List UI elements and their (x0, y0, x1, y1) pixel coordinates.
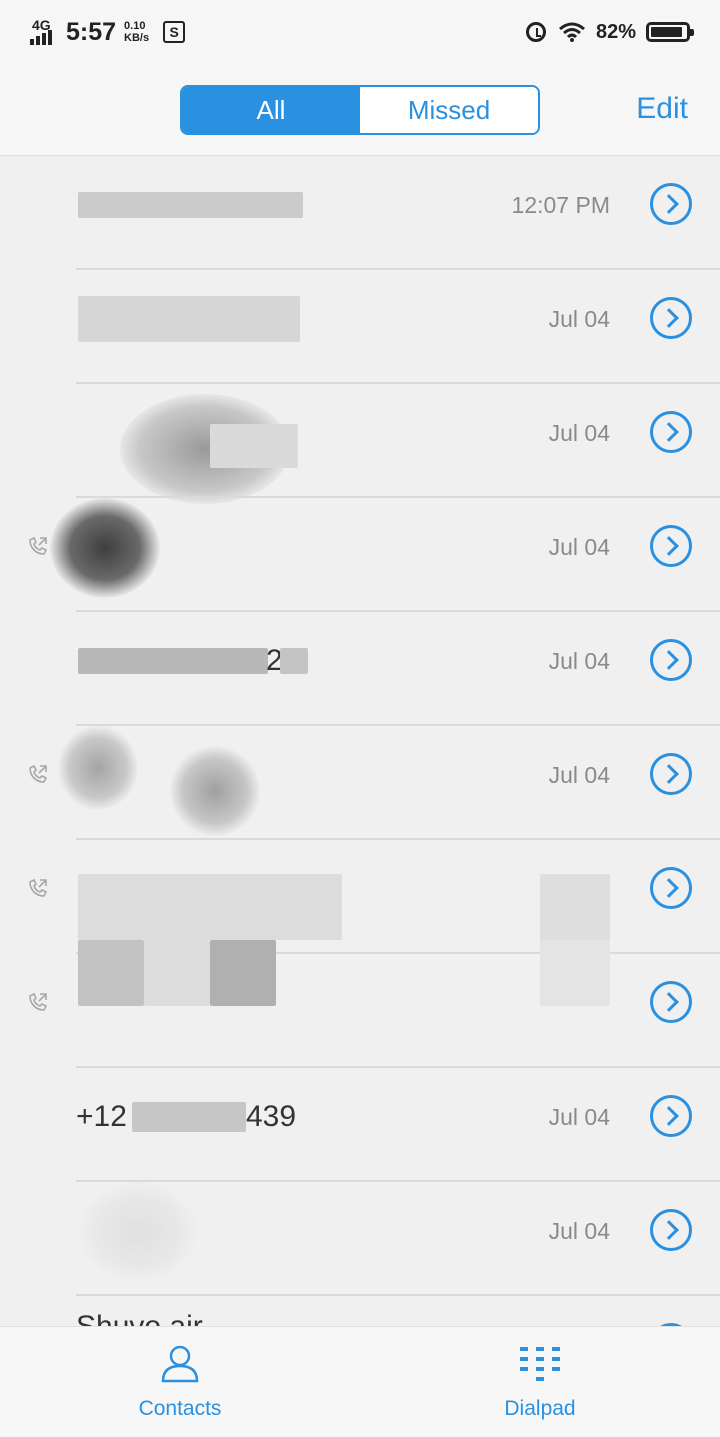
call-log-header: All Missed Edit (0, 64, 720, 156)
bottom-navigation: Contacts Dialpad (0, 1326, 720, 1437)
call-log-row[interactable]: Jul 04 (0, 384, 720, 504)
call-log-row[interactable]: Jul 04 (0, 498, 720, 612)
nav-contacts-label: Contacts (138, 1397, 222, 1420)
outgoing-call-icon (29, 764, 48, 783)
nav-dialpad[interactable]: Dialpad (360, 1327, 720, 1437)
call-log-row[interactable]: Jul 04 (0, 1182, 720, 1296)
call-log-row[interactable]: +12 439 Jul 04 (0, 1068, 720, 1182)
speed-value: 0.10 (124, 20, 146, 32)
call-number-suffix: 439 (246, 1100, 297, 1133)
call-time: Jul 04 (548, 420, 610, 446)
call-info-button[interactable] (650, 1209, 692, 1251)
call-time: 12:07 PM (511, 192, 610, 218)
call-log-row[interactable] (0, 940, 720, 1068)
status-right: 82% (525, 14, 694, 50)
nav-contacts[interactable]: Contacts (0, 1327, 360, 1437)
wifi-icon (559, 22, 585, 42)
call-info-button[interactable] (650, 525, 692, 567)
tab-all[interactable]: All (182, 87, 360, 133)
call-log-row[interactable]: Jul 04 (0, 270, 720, 384)
dialpad-icon (520, 1347, 560, 1381)
redacted-name (78, 192, 303, 218)
call-info-button[interactable] (650, 981, 692, 1023)
redacted-name (58, 726, 138, 810)
outgoing-call-icon (29, 992, 48, 1011)
call-number-prefix: +12 (76, 1100, 127, 1133)
call-info-button[interactable] (650, 639, 692, 681)
call-info-button[interactable] (650, 297, 692, 339)
nav-dialpad-label: Dialpad (504, 1397, 576, 1420)
alarm-icon (525, 22, 546, 42)
redacted-name (78, 940, 144, 1006)
tab-missed[interactable]: Missed (360, 87, 538, 133)
speed-unit: KB/s (124, 32, 150, 44)
sim-icon: S (163, 21, 186, 43)
call-time: Jul 04 (548, 534, 610, 560)
status-time: 5:57 (66, 17, 117, 46)
call-log-row[interactable] (0, 840, 720, 954)
call-time: Jul 04 (548, 1104, 610, 1130)
status-bar: 4G 5:57 0.10 KB/s S 82% (0, 0, 720, 64)
cellular-signal-icon: 4G (30, 17, 58, 47)
battery-percent: 82% (595, 20, 636, 43)
call-log-row[interactable]: Shuvo air (0, 1296, 720, 1326)
call-log-list: 12:07 PM Jul 04 Jul 04 Jul 04 2 Jul 04 J… (0, 156, 720, 1326)
redacted-name (78, 648, 268, 674)
edit-button[interactable]: Edit (636, 92, 688, 126)
call-time: Jul 04 (548, 1218, 610, 1244)
call-log-row[interactable]: Jul 04 (0, 726, 720, 840)
outgoing-call-icon (29, 536, 48, 555)
network-speed: 0.10 KB/s (124, 20, 149, 44)
call-log-row[interactable]: 2 Jul 04 (0, 612, 720, 726)
redacted-name (78, 874, 342, 940)
call-time: Jul 04 (548, 762, 610, 788)
call-time: Jul 04 (548, 648, 610, 674)
contacts-icon (161, 1345, 199, 1383)
call-info-button[interactable] (650, 1095, 692, 1137)
call-info-button[interactable] (650, 753, 692, 795)
call-info-button[interactable] (650, 183, 692, 225)
redacted-name (50, 498, 160, 598)
battery-icon (646, 22, 694, 42)
contact-name: Shuvo air (76, 1310, 203, 1326)
call-log-row[interactable]: 12:07 PM (0, 156, 720, 270)
call-info-button[interactable] (650, 411, 692, 453)
redacted-time (540, 940, 610, 1006)
call-info-button[interactable] (650, 867, 692, 909)
outgoing-call-icon (29, 878, 48, 897)
redacted-name (78, 1182, 198, 1282)
status-left: 4G 5:57 0.10 KB/s S (30, 14, 186, 50)
redacted-name (78, 296, 300, 342)
filter-segmented-control: All Missed (180, 85, 540, 135)
call-time: Jul 04 (548, 306, 610, 332)
redacted-number (132, 1102, 246, 1132)
